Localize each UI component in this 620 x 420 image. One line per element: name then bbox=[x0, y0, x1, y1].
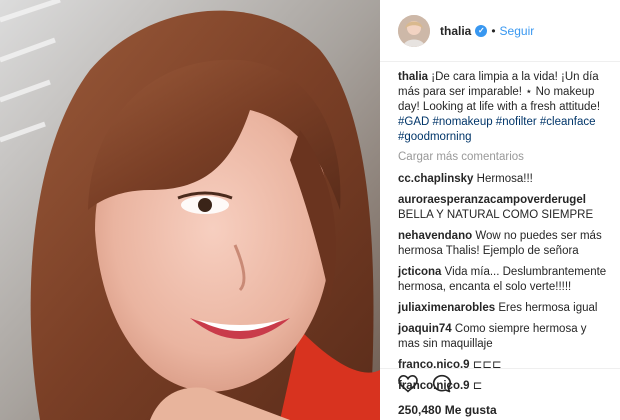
comment-username[interactable]: joaquin74 bbox=[398, 323, 452, 335]
comment-icon[interactable] bbox=[432, 374, 452, 397]
comment: nehavendano Wow no puedes ser más hermos… bbox=[398, 229, 610, 259]
post-footer: 250,480 Me gusta bbox=[380, 368, 620, 420]
comment-username[interactable]: auroraesperanzacampoverderugel bbox=[398, 194, 586, 206]
comment: juliaximenarobles Eres hermosa igual bbox=[398, 301, 610, 316]
comment-username[interactable]: nehavendano bbox=[398, 230, 472, 242]
post-header: thalia ✓ • Seguir bbox=[380, 0, 620, 62]
likes-count[interactable]: 250,480 Me gusta bbox=[398, 403, 620, 417]
comment-username[interactable]: jcticona bbox=[398, 266, 441, 278]
comment-text: BELLA Y NATURAL COMO SIEMPRE bbox=[398, 209, 594, 221]
post-photo[interactable] bbox=[0, 0, 380, 420]
avatar[interactable] bbox=[398, 14, 430, 47]
comment: auroraesperanzacampoverderugel BELLA Y N… bbox=[398, 193, 610, 223]
comment-username[interactable]: juliaximenarobles bbox=[398, 302, 495, 314]
caption-text: ¡De cara limpia a la vida! ¡Un día más p… bbox=[398, 71, 601, 113]
action-bar bbox=[398, 369, 620, 401]
comment-text: Hermosa!!! bbox=[476, 173, 533, 185]
comment: cc.chaplinsky Hermosa!!! bbox=[398, 172, 610, 187]
follow-button[interactable]: Seguir bbox=[500, 24, 535, 38]
caption-username[interactable]: thalia bbox=[398, 71, 428, 83]
comment: jcticona Vida mía... Deslumbrantemente h… bbox=[398, 265, 610, 295]
comments-section: thalia ¡De cara limpia a la vida! ¡Un dí… bbox=[398, 70, 610, 400]
instagram-post: thalia ✓ • Seguir thalia ¡De cara limpia… bbox=[0, 0, 620, 420]
comment: joaquin74 Como siempre hermosa y mas sin… bbox=[398, 322, 610, 352]
caption-hashtags[interactable]: #GAD #nomakeup #nofilter #cleanface #goo… bbox=[398, 116, 596, 143]
post-sidebar: thalia ✓ • Seguir thalia ¡De cara limpia… bbox=[380, 0, 620, 420]
avatar-image bbox=[398, 14, 430, 47]
verified-badge-icon: ✓ bbox=[475, 24, 488, 37]
caption: thalia ¡De cara limpia a la vida! ¡Un dí… bbox=[398, 70, 610, 145]
author-username[interactable]: thalia bbox=[440, 24, 471, 38]
comment-username[interactable]: cc.chaplinsky bbox=[398, 173, 473, 185]
load-more-comments-button[interactable]: Cargar más comentarios bbox=[398, 150, 610, 165]
selfie-image bbox=[0, 0, 380, 420]
heart-icon[interactable] bbox=[398, 374, 418, 396]
comment-text: Eres hermosa igual bbox=[498, 302, 598, 314]
separator-dot: • bbox=[491, 23, 496, 38]
